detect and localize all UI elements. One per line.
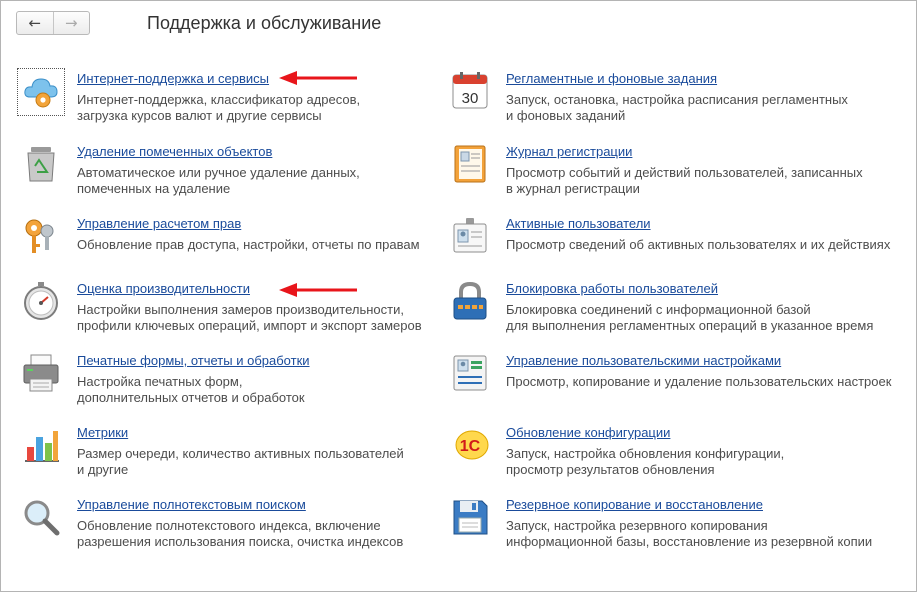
printer-icon[interactable] xyxy=(21,353,61,393)
description: Обновление прав доступа, настройки, отче… xyxy=(77,237,420,252)
window-frame: ← → Поддержка и обслуживание Интернет-по… xyxy=(0,0,917,592)
link-fulltext-search[interactable]: Управление полнотекстовым поиском xyxy=(77,497,306,512)
forward-button[interactable]: → xyxy=(54,12,90,34)
link-print-forms[interactable]: Печатные формы, отчеты и обработки xyxy=(77,353,310,368)
lock-icon[interactable] xyxy=(450,281,490,321)
navigation-buttons: ← → xyxy=(16,11,90,35)
description: Настройки выполнения замеров производите… xyxy=(77,302,422,333)
svg-text:1С: 1С xyxy=(460,438,481,455)
recycle-bin-icon[interactable] xyxy=(21,144,61,184)
description: Просмотр сведений об активных пользовате… xyxy=(506,237,891,252)
link-block-users[interactable]: Блокировка работы пользователей xyxy=(506,281,718,296)
description: Размер очереди, количество активных поль… xyxy=(77,446,404,477)
description: Автоматическое или ручное удаление данны… xyxy=(77,165,360,196)
arrow-annotation-2 xyxy=(279,283,357,297)
link-event-log[interactable]: Журнал регистрации xyxy=(506,144,632,159)
description: Запуск, настройка обновления конфигураци… xyxy=(506,446,785,477)
description: Интернет-поддержка, классификатор адресо… xyxy=(77,92,361,123)
calendar-icon[interactable]: 30 xyxy=(450,71,490,111)
description: Просмотр событий и действий пользователе… xyxy=(506,165,863,196)
1c-logo-icon[interactable]: 1С xyxy=(450,425,490,465)
description: Обновление полнотекстового индекса, вклю… xyxy=(77,518,404,549)
link-scheduled-jobs[interactable]: Регламентные и фоновые задания xyxy=(506,71,717,86)
cloud-gear-icon[interactable] xyxy=(21,71,61,111)
keys-icon[interactable] xyxy=(21,216,61,256)
user-settings-icon[interactable] xyxy=(450,353,490,393)
link-performance[interactable]: Оценка производительности xyxy=(77,281,250,296)
arrow-annotation-1 xyxy=(279,71,357,85)
description: Запуск, остановка, настройка расписания … xyxy=(506,92,848,123)
link-backup[interactable]: Резервное копирование и восстановление xyxy=(506,497,763,512)
description: Запуск, настройка резервного копирования… xyxy=(506,518,873,549)
description: Просмотр, копирование и удаление пользов… xyxy=(506,374,892,389)
badge-icon[interactable] xyxy=(450,216,490,256)
link-internet-support[interactable]: Интернет-поддержка и сервисы xyxy=(77,71,269,86)
link-access-rights[interactable]: Управление расчетом прав xyxy=(77,216,241,231)
journal-icon[interactable] xyxy=(450,144,490,184)
bar-chart-icon[interactable] xyxy=(21,425,61,465)
page-title: Поддержка и обслуживание xyxy=(147,13,382,33)
floppy-disk-icon[interactable] xyxy=(450,497,490,537)
description: Настройка печатных форм, дополнительных … xyxy=(77,374,305,405)
link-active-users[interactable]: Активные пользователи xyxy=(506,216,651,231)
svg-text:30: 30 xyxy=(462,90,479,107)
magnifier-icon[interactable] xyxy=(21,497,61,537)
back-button[interactable]: ← xyxy=(17,12,54,34)
stopwatch-icon[interactable] xyxy=(21,281,61,321)
link-delete-marked[interactable]: Удаление помеченных объектов xyxy=(77,144,272,159)
link-config-update[interactable]: Обновление конфигурации xyxy=(506,425,670,440)
description: Блокировка соединений с информационной б… xyxy=(506,302,874,333)
link-user-settings[interactable]: Управление пользовательскими настройками xyxy=(506,353,781,368)
link-metrics[interactable]: Метрики xyxy=(77,425,128,440)
